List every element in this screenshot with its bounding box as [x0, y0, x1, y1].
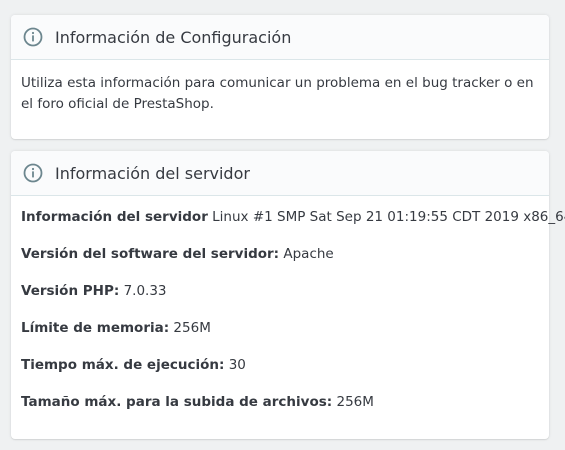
- configuration-info-description: Utiliza esta información para comunicar …: [21, 75, 534, 112]
- configuration-info-card: Información de Configuración Utiliza est…: [11, 15, 549, 139]
- server-info-header: Información del servidor: [11, 151, 549, 196]
- max-execution-time-row: Tiempo máx. de ejecución: 30: [21, 356, 539, 393]
- server-info-body: Información del servidor Linux #1 SMP Sa…: [11, 196, 565, 430]
- info-circle-icon: [22, 26, 44, 48]
- memory-limit-row: Límite de memoria: 256M: [21, 319, 539, 356]
- php-version-label: Versión PHP:: [21, 283, 120, 299]
- configuration-info-body: Utiliza esta información para comunicar …: [11, 60, 549, 115]
- server-info-value: Linux #1 SMP Sat Sep 21 01:19:55 CDT 201…: [212, 209, 565, 225]
- max-execution-time-label: Tiempo máx. de ejecución:: [21, 357, 225, 373]
- server-info-card: Información del servidor Información del…: [11, 151, 565, 439]
- server-info-title: Información del servidor: [55, 163, 250, 183]
- max-upload-size-row: Tamaño máx. para la subida de archivos: …: [21, 393, 539, 430]
- max-execution-time-value: 30: [228, 357, 246, 373]
- memory-limit-value: 256M: [173, 320, 211, 336]
- server-software-row: Versión del software del servidor: Apach…: [21, 245, 539, 282]
- configuration-info-header: Información de Configuración: [11, 15, 549, 60]
- server-info-label: Información del servidor: [21, 209, 208, 225]
- max-upload-size-value: 256M: [336, 394, 374, 410]
- max-upload-size-label: Tamaño máx. para la subida de archivos:: [21, 394, 333, 410]
- info-circle-icon: [22, 162, 44, 184]
- configuration-info-title: Información de Configuración: [55, 27, 292, 47]
- server-software-label: Versión del software del servidor:: [21, 246, 280, 262]
- server-software-value: Apache: [283, 246, 334, 262]
- server-info-row: Información del servidor Linux #1 SMP Sa…: [21, 208, 565, 245]
- php-version-value: 7.0.33: [123, 283, 167, 299]
- memory-limit-label: Límite de memoria:: [21, 320, 170, 336]
- php-version-row: Versión PHP: 7.0.33: [21, 282, 539, 319]
